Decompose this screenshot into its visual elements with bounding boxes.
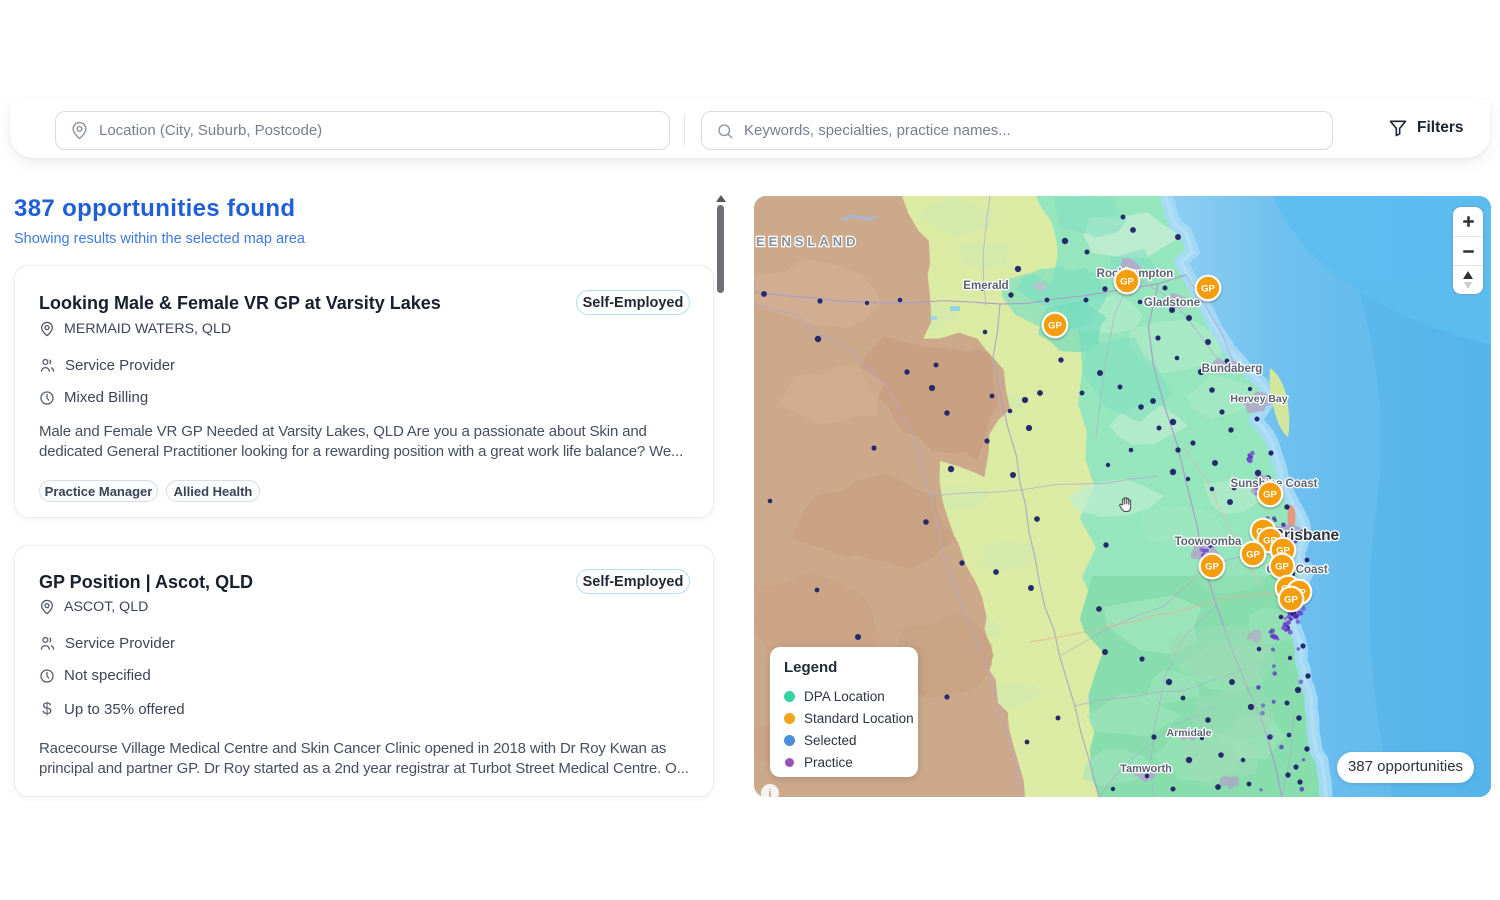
svg-text:Tamworth: Tamworth <box>1120 763 1172 775</box>
svg-text:GP: GP <box>1048 320 1062 331</box>
svg-text:GP: GP <box>1205 561 1219 572</box>
svg-text:Bundaberg: Bundaberg <box>1202 363 1263 375</box>
svg-text:Gladstone: Gladstone <box>1144 297 1200 309</box>
svg-text:Armidale: Armidale <box>1167 727 1212 739</box>
svg-text:GP: GP <box>1120 276 1134 287</box>
svg-text:Toowoomba: Toowoomba <box>1175 536 1242 548</box>
svg-text:GP: GP <box>1275 561 1289 572</box>
svg-text:GP: GP <box>1201 283 1215 294</box>
svg-text:Hervey Bay: Hervey Bay <box>1230 393 1287 405</box>
svg-text:GP: GP <box>1284 594 1298 605</box>
svg-text:EENSLAND: EENSLAND <box>756 234 860 249</box>
svg-text:Emerald: Emerald <box>963 280 1008 292</box>
svg-text:GP: GP <box>1263 489 1277 500</box>
svg-text:GP: GP <box>1246 549 1260 560</box>
svg-text:i: i <box>769 788 771 797</box>
